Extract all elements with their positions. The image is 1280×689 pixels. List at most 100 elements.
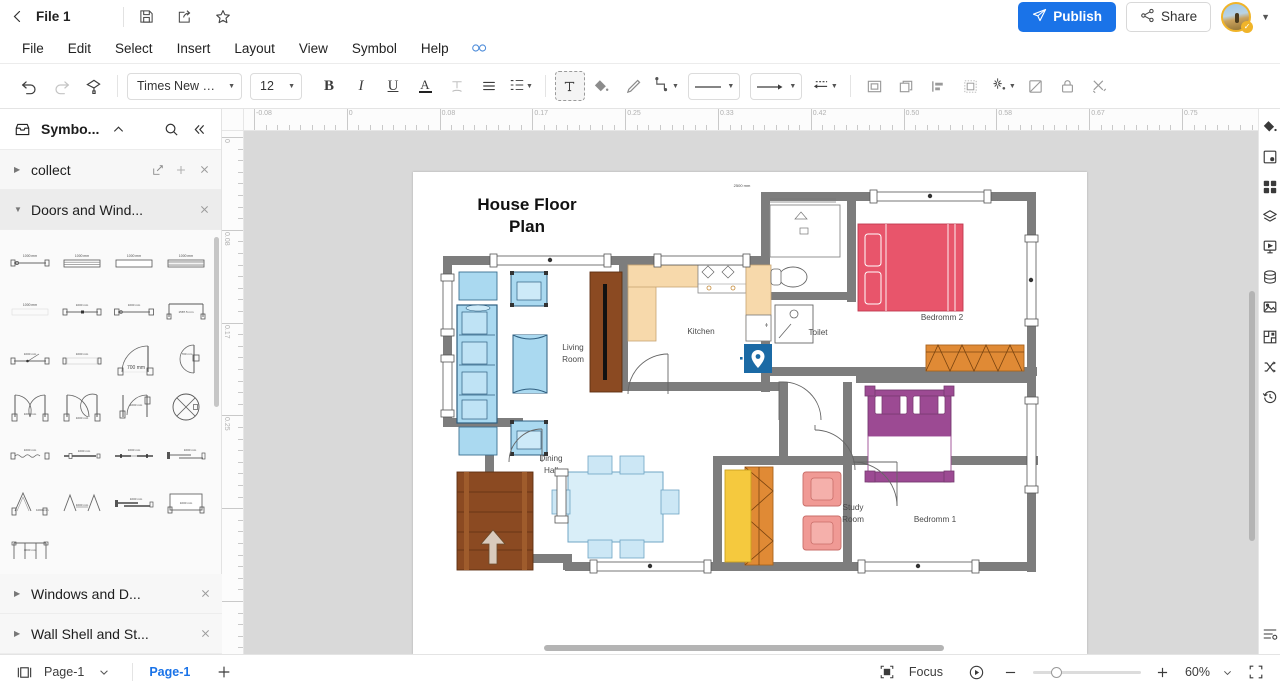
focus-icon[interactable] [875,660,899,684]
publish-button[interactable]: Publish [1018,1,1117,32]
symbol-opening[interactable]: 1000 mm [6,287,54,335]
page-select-label[interactable]: Page-1 [44,665,84,679]
menu-view[interactable]: View [287,33,340,64]
edit-icon[interactable] [151,163,165,177]
horizontal-scrollbar[interactable] [544,645,944,651]
grid-symbols-icon[interactable] [1260,177,1280,197]
lock-icon[interactable] [1053,71,1083,101]
symbol-single-gable[interactable]: 1000 mm [6,479,54,527]
symbol-double-leaf-door[interactable]: 1000 mm [58,287,106,335]
symbol-single-door[interactable]: 1000 mm [6,239,54,287]
redo-icon[interactable] [46,71,76,101]
page-setup-icon[interactable] [1260,147,1280,167]
symbol-round-swing-door[interactable]: 700 mm [162,335,210,383]
italic-button[interactable]: I [346,71,376,101]
layers-icon[interactable] [1260,207,1280,227]
symbol-double-swing-door[interactable]: 1000 mm [6,383,54,431]
zoom-in-button[interactable] [1151,660,1175,684]
fill-color-icon[interactable] [1260,117,1280,137]
duplicate-icon[interactable] [892,71,922,101]
group-icon[interactable] [860,71,890,101]
symbol-curtain[interactable]: 1000 mm [6,431,54,479]
focus-label[interactable]: Focus [909,665,943,679]
vertical-scrollbar[interactable] [1249,291,1255,541]
symbol-sliding-window[interactable]: 1000 mm [162,431,210,479]
symbol-triple-window[interactable]: 1000 mm [6,527,54,575]
pen-icon[interactable] [619,71,649,101]
zoom-slider-knob[interactable] [1050,666,1062,678]
infinity-icon[interactable] [461,42,498,54]
no-fill-icon[interactable] [1021,71,1051,101]
library-wall-shell-and-structure[interactable]: ▶ Wall Shell and St... [0,614,222,654]
effects-button[interactable]: ▼ [988,74,1019,98]
close-icon[interactable] [198,627,212,641]
canvas-scroll-viewport[interactable]: 2500 mm House Floor Plan Living Room Kit… [244,131,1258,654]
text-box-icon[interactable] [554,71,585,101]
font-color-button[interactable]: A [410,71,440,101]
search-icon[interactable] [159,117,183,141]
menu-select[interactable]: Select [103,33,165,64]
back-button[interactable] [0,10,34,23]
symbol-pocket-door[interactable]: 1000 mm [110,479,158,527]
document-page[interactable]: 2500 mm House Floor Plan Living Room Kit… [413,172,1087,654]
connector-button[interactable]: ▼ [651,74,682,98]
menu-symbol[interactable]: Symbol [340,33,409,64]
font-size-select[interactable]: 12 ▼ [250,72,302,100]
shuffle-icon[interactable] [1260,357,1280,377]
floorplan-drawing[interactable]: 2500 mm House Floor Plan Living Room Kit… [413,172,1087,654]
menu-file[interactable]: File [10,33,56,64]
share-button[interactable]: Share [1126,1,1212,32]
fill-color-icon[interactable] [587,71,617,101]
presentation-icon[interactable] [1260,237,1280,257]
account-menu-caret-icon[interactable]: ▼ [1261,12,1270,22]
align-objects-icon[interactable] [924,71,954,101]
zoom-out-button[interactable] [999,660,1023,684]
menu-layout[interactable]: Layout [222,33,287,64]
double-chevron-left-icon[interactable] [187,117,211,141]
close-icon[interactable] [198,587,212,601]
symbol-sliding-door[interactable]: 1000 mm [110,287,158,335]
line-style-select[interactable]: ▼ [687,72,740,100]
symbol-bay-window[interactable]: 1587.5 mm [162,287,210,335]
menu-insert[interactable]: Insert [165,33,223,64]
save-icon[interactable] [136,6,158,28]
vertical-ruler[interactable]: 0 0.08 0.17 0.25 [222,131,244,654]
horizontal-ruler[interactable]: -0.08 0 0.08 0.17 0.25 0.33 0.42 0.50 0.58 0.67 0.… [244,109,1258,131]
floorplan-icon[interactable] [1260,327,1280,347]
underline-button[interactable]: U [378,71,408,101]
text-effect-icon[interactable] [442,71,472,101]
zoom-menu-caret-icon[interactable] [1220,660,1234,684]
symbol-corner-door[interactable]: 1000 mm [110,383,158,431]
add-page-icon[interactable] [212,660,236,684]
symbol-plain-window[interactable]: 1000 mm [110,239,158,287]
page-view-icon[interactable] [12,660,36,684]
tools-icon[interactable] [1085,71,1115,101]
symbol-flush-window[interactable]: 1000 mm [58,335,106,383]
font-family-select[interactable]: Times New Ro... ▼ [127,72,242,100]
symbol-double-window[interactable]: 1000 mm [58,239,106,287]
plus-icon[interactable] [174,163,188,177]
image-icon[interactable] [1260,297,1280,317]
symbol-louvered-window[interactable]: 1000 mm [162,239,210,287]
line-spacing-button[interactable]: ▼ [506,75,536,98]
library-doors-and-windows[interactable]: ▼ Doors and Wind... [0,190,221,230]
symbol-double-swing-door-alt[interactable]: 1000 mm [58,383,106,431]
symbol-double-gable[interactable]: 1000 mm [58,479,106,527]
history-icon[interactable] [1260,387,1280,407]
fullscreen-icon[interactable] [1244,660,1268,684]
symbol-double-bar-window[interactable]: 1000 mm [110,431,158,479]
library-collect[interactable]: ▶ collect [0,150,221,190]
format-painter-icon[interactable] [78,71,108,101]
arrow-style-select[interactable]: ▼ [749,72,802,100]
menu-help[interactable]: Help [409,33,461,64]
list-settings-icon[interactable] [1260,624,1280,644]
bold-button[interactable]: B [314,71,344,101]
play-icon[interactable] [965,660,989,684]
align-left-icon[interactable] [474,71,504,101]
close-icon[interactable] [197,203,211,217]
symbol-panel-scrollbar[interactable] [214,237,219,407]
symbol-revolving-door[interactable] [162,383,210,431]
chevron-down-icon[interactable] [92,660,116,684]
menu-edit[interactable]: Edit [56,33,103,64]
file-name[interactable]: File 1 [36,9,71,24]
